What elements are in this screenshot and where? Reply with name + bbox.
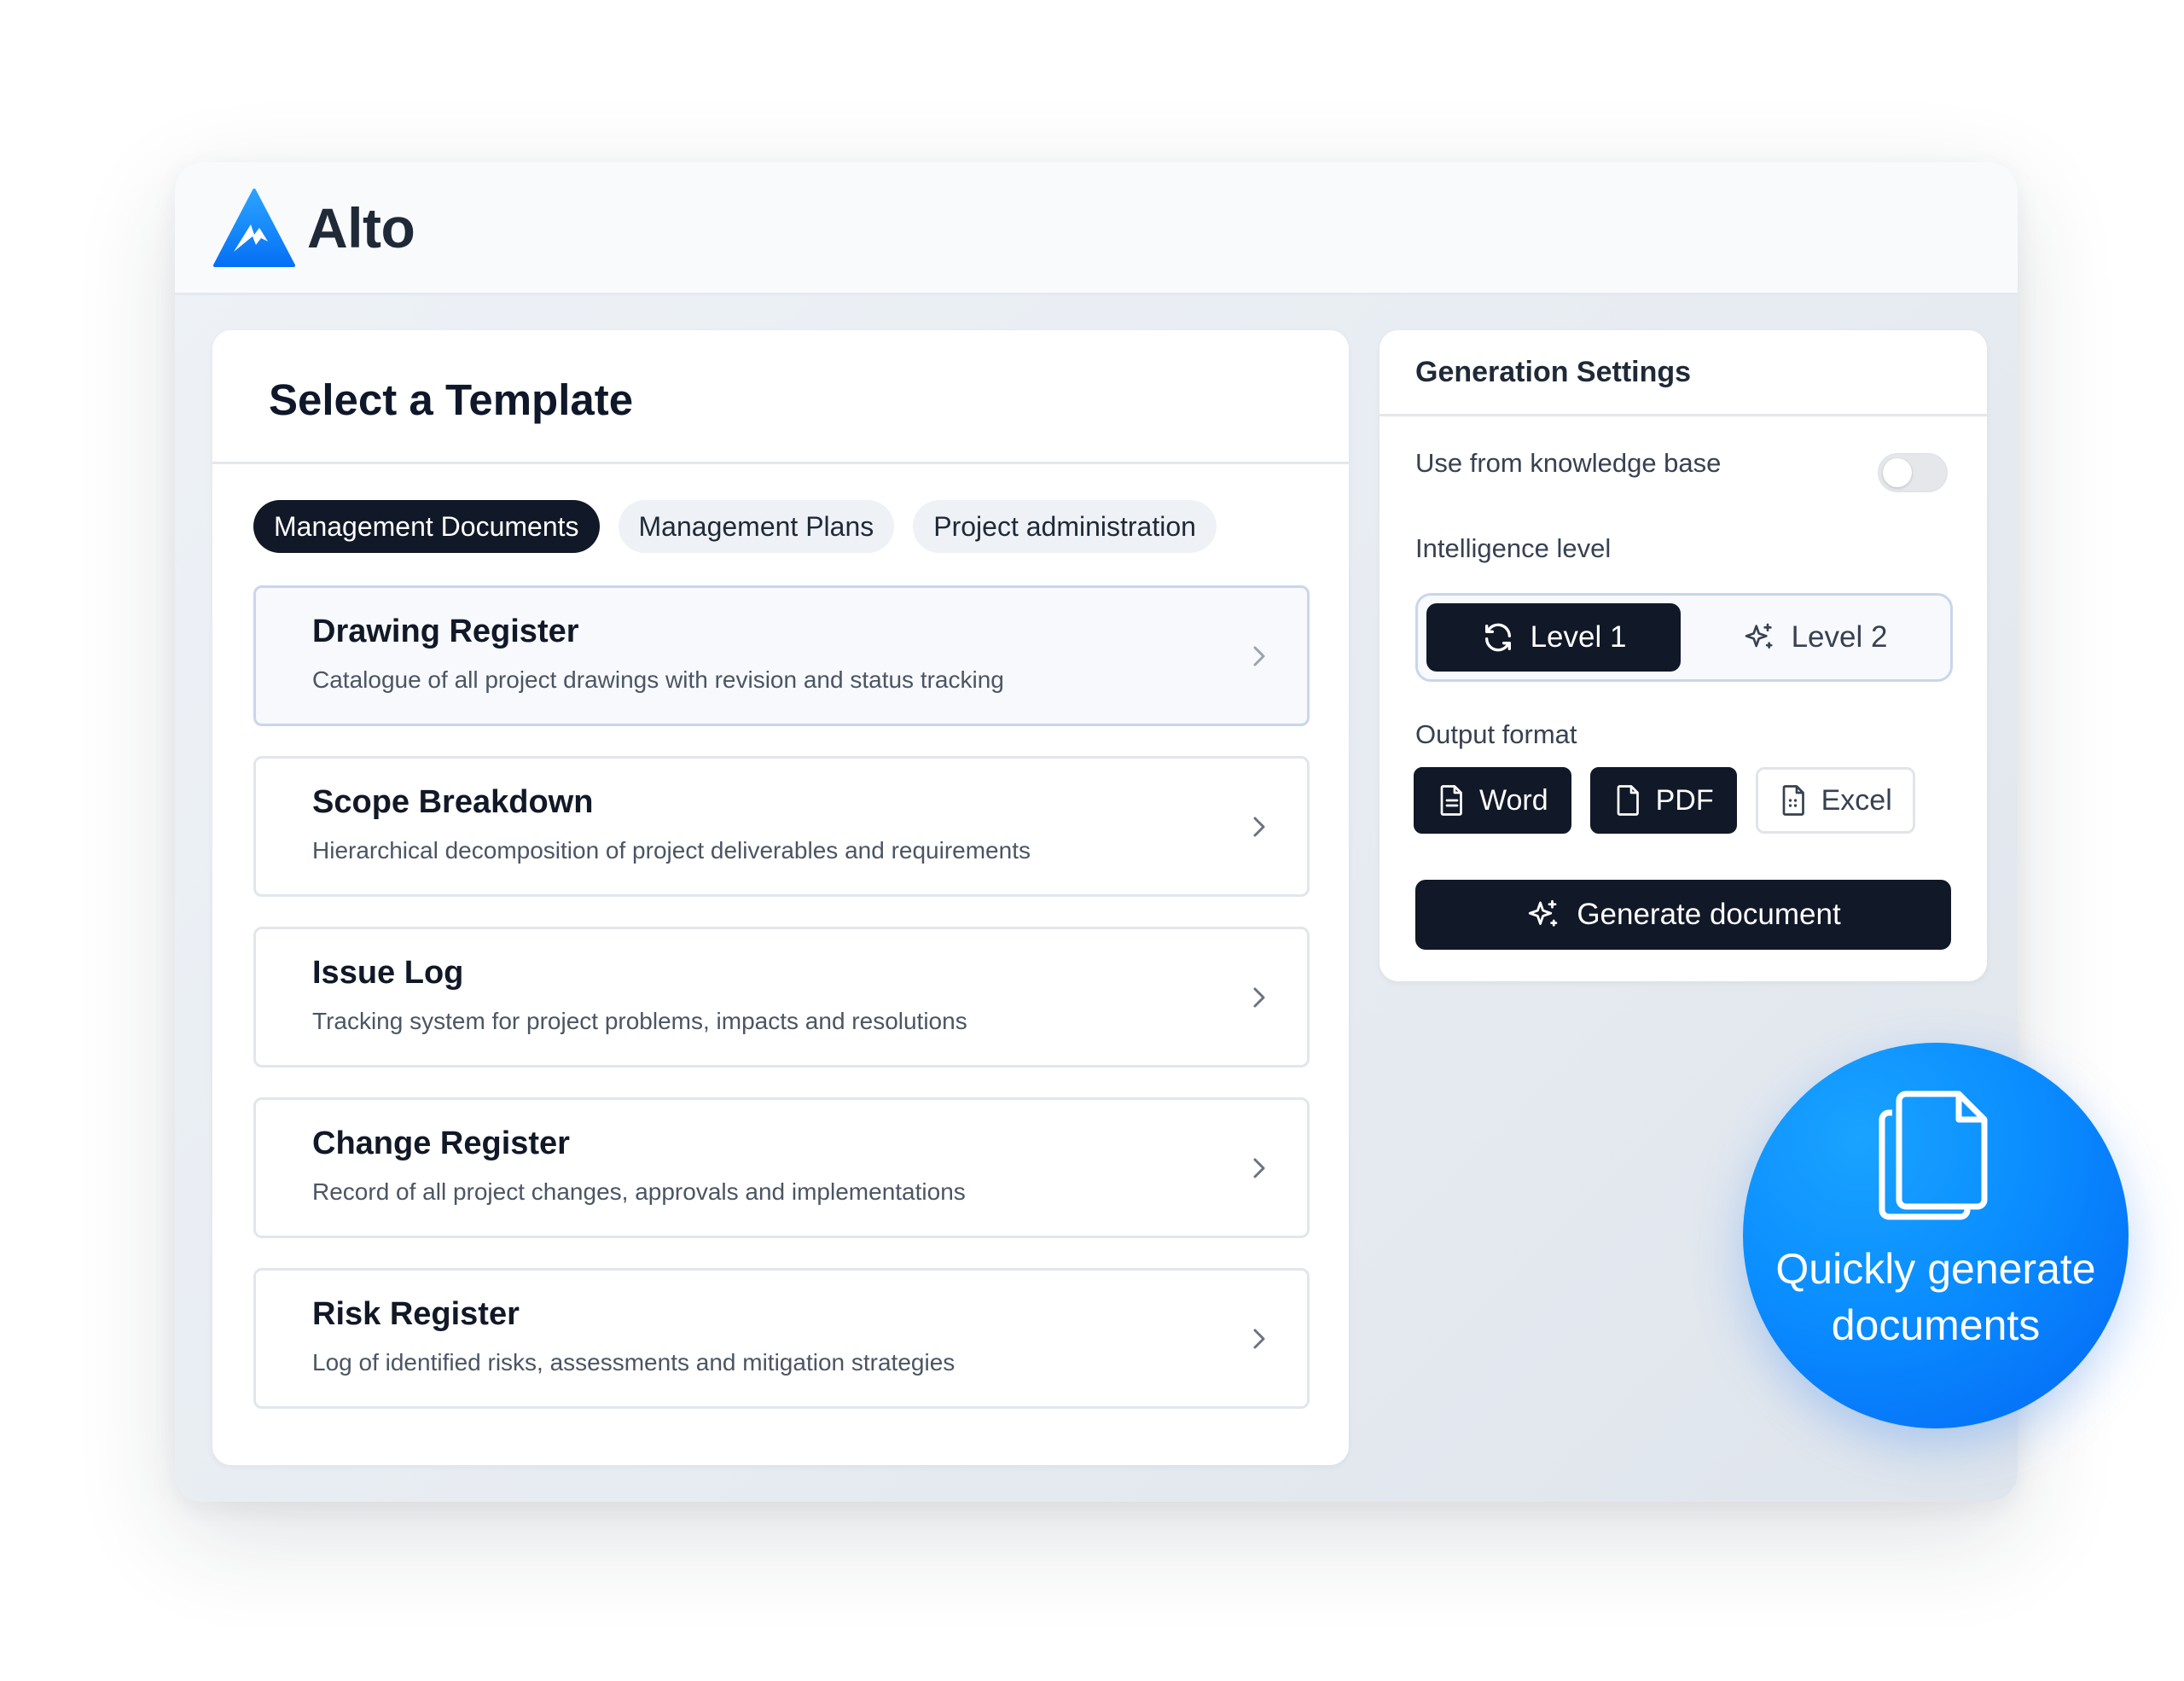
- intelligence-level-label: Intelligence level: [1415, 533, 1612, 563]
- copy-documents-icon: [1879, 1091, 1988, 1220]
- template-item-risk-register[interactable]: Risk Register Log of identified risks, a…: [253, 1268, 1310, 1409]
- template-item-description: Record of all project changes, approvals…: [312, 1178, 966, 1205]
- word-label: Word: [1479, 783, 1548, 817]
- generation-settings-panel: Generation Settings Use from knowledge b…: [1380, 330, 1987, 981]
- template-item-title: Scope Breakdown: [312, 784, 594, 820]
- tab-management-documents[interactable]: Management Documents: [253, 500, 600, 553]
- template-item-description: Log of identified risks, assessments and…: [312, 1349, 956, 1376]
- output-format-options: Word PDF Excel: [1414, 767, 1915, 834]
- template-item-change-register[interactable]: Change Register Record of all project ch…: [253, 1097, 1310, 1238]
- template-panel: Select a Template Management Documents M…: [212, 330, 1349, 1465]
- template-item-description: Catalogue of all project drawings with r…: [312, 666, 1004, 693]
- template-item-title: Change Register: [312, 1126, 570, 1161]
- category-tabs: Management Documents Management Plans Pr…: [253, 500, 1217, 553]
- template-item-drawing-register[interactable]: Drawing Register Catalogue of all projec…: [253, 585, 1310, 726]
- promo-text: Quickly generate documents: [1743, 1241, 2129, 1353]
- document-icon: [1617, 785, 1639, 816]
- template-item-title: Risk Register: [312, 1296, 520, 1332]
- pdf-label: PDF: [1655, 783, 1714, 817]
- divider: [1380, 414, 1987, 416]
- chevron-right-icon: [1253, 646, 1265, 666]
- template-item-description: Hierarchical decomposition of project de…: [312, 837, 1031, 864]
- spreadsheet-icon: [1782, 785, 1804, 816]
- template-item-scope-breakdown[interactable]: Scope Breakdown Hierarchical decompositi…: [253, 756, 1310, 897]
- refresh-icon: [1484, 623, 1511, 652]
- template-item-title: Issue Log: [312, 955, 464, 991]
- level-2-button[interactable]: Level 2: [1687, 603, 1942, 672]
- level-1-label: Level 1: [1530, 620, 1627, 654]
- page: Alto Select a Template Management Docume…: [0, 0, 2184, 1681]
- chevron-right-icon: [1253, 1329, 1265, 1349]
- template-item-issue-log[interactable]: Issue Log Tracking system for project pr…: [253, 927, 1310, 1067]
- page-title: Select a Template: [269, 375, 634, 424]
- sparkles-icon: [1745, 623, 1773, 649]
- chevron-right-icon: [1253, 1158, 1265, 1178]
- generate-label: Generate document: [1577, 898, 1841, 931]
- template-item-description: Tracking system for project problems, im…: [312, 1008, 967, 1034]
- chevron-right-icon: [1253, 817, 1265, 837]
- level-1-button[interactable]: Level 1: [1426, 603, 1681, 672]
- template-item-title: Drawing Register: [312, 614, 579, 649]
- knowledge-base-toggle[interactable]: [1878, 453, 1948, 492]
- tab-management-plans[interactable]: Management Plans: [618, 500, 895, 553]
- word-format-button[interactable]: Word: [1414, 767, 1571, 834]
- brand-name: Alto: [307, 195, 415, 259]
- excel-label: Excel: [1821, 783, 1892, 817]
- knowledge-base-label: Use from knowledge base: [1415, 448, 1722, 478]
- app-window: Alto Select a Template Management Docume…: [175, 162, 2018, 1502]
- excel-format-button[interactable]: Excel: [1755, 767, 1915, 834]
- level-2-label: Level 2: [1791, 620, 1888, 654]
- top-bar: Alto: [175, 162, 2018, 295]
- alto-logo-icon[interactable]: [213, 188, 295, 267]
- settings-title: Generation Settings: [1415, 356, 1692, 388]
- generate-document-button[interactable]: Generate document: [1415, 880, 1951, 950]
- tab-project-administration[interactable]: Project administration: [913, 500, 1217, 553]
- output-format-label: Output format: [1415, 719, 1577, 749]
- chevron-right-icon: [1253, 987, 1265, 1008]
- document-text-icon: [1440, 785, 1462, 816]
- toggle-knob: [1883, 458, 1912, 487]
- pdf-format-button[interactable]: PDF: [1589, 767, 1737, 834]
- promo-line-1: Quickly generate: [1775, 1245, 2096, 1293]
- promo-badge: Quickly generate documents: [1743, 1043, 2129, 1428]
- intelligence-level-selector: Level 1 Level 2: [1415, 593, 1953, 682]
- divider: [212, 462, 1349, 464]
- sparkles-icon: [1529, 899, 1558, 927]
- promo-line-2: documents: [1831, 1301, 2041, 1349]
